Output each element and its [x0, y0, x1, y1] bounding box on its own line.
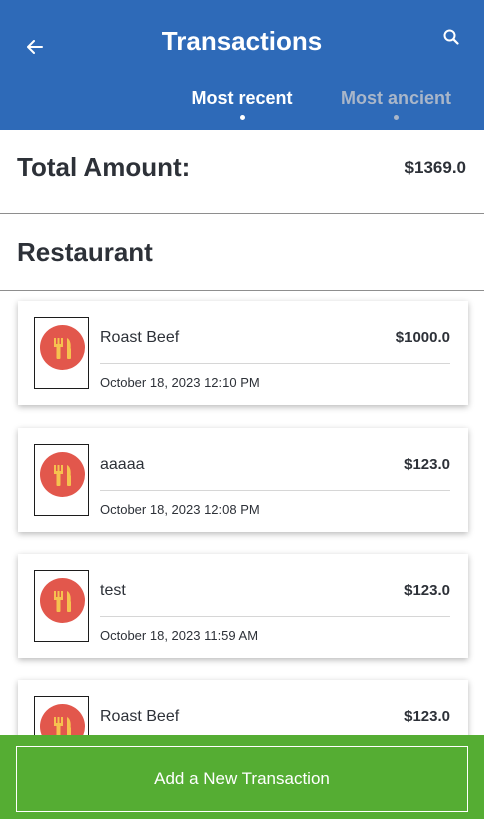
tab-most-ancient-label: Most ancient — [340, 88, 451, 108]
active-tab-indicator — [239, 115, 245, 120]
category-label: Restaurant — [17, 237, 153, 267]
transaction-name: aaaaa — [100, 456, 145, 473]
footer-bar: Add a New Transaction — [0, 735, 484, 819]
transaction-amount: $1000.0 — [395, 329, 450, 346]
transaction-amount: $123.0 — [404, 582, 450, 599]
transaction-date: October 18, 2023 11:59 AM — [100, 628, 259, 643]
transaction-name: Roast Beef — [100, 708, 180, 725]
card-divider — [100, 363, 450, 364]
transaction-date: October 18, 2023 12:08 PM — [100, 502, 260, 517]
tab-most-recent-label: Most recent — [191, 88, 293, 108]
search-button[interactable] — [438, 24, 464, 50]
fork-knife-icon — [40, 325, 85, 370]
transaction-amount: $123.0 — [404, 456, 450, 473]
fork-knife-icon — [40, 578, 85, 623]
transaction-card[interactable]: test $123.0 October 18, 2023 11:59 AM — [18, 554, 468, 658]
transaction-card[interactable]: aaaaa $123.0 October 18, 2023 12:08 PM — [18, 428, 468, 532]
category-icon-box — [34, 570, 89, 642]
tab-most-recent[interactable]: Most recent — [182, 88, 302, 124]
transaction-name: Roast Beef — [100, 329, 180, 346]
search-icon — [443, 29, 459, 45]
app-header: Transactions Most recent Most ancient — [0, 0, 484, 130]
total-amount-value: $1369.0 — [404, 158, 466, 177]
tab-most-ancient[interactable]: Most ancient — [336, 88, 456, 124]
page-title: Transactions — [161, 26, 323, 56]
transaction-amount: $123.0 — [404, 708, 450, 725]
total-amount-label: Total Amount: — [17, 152, 191, 182]
tab-indicator — [393, 115, 399, 120]
card-divider — [100, 616, 450, 617]
fork-knife-icon — [40, 452, 85, 497]
add-transaction-button[interactable]: Add a New Transaction — [16, 746, 468, 812]
category-icon-box — [34, 444, 89, 516]
card-divider — [100, 490, 450, 491]
category-icon-box — [34, 317, 89, 389]
category-header: Restaurant — [0, 214, 484, 291]
transaction-card[interactable]: Roast Beef $1000.0 October 18, 2023 12:1… — [18, 301, 468, 405]
transaction-name: test — [100, 582, 126, 599]
transaction-date: October 18, 2023 12:10 PM — [100, 375, 260, 390]
total-amount-row: Total Amount: $1369.0 — [0, 130, 484, 214]
